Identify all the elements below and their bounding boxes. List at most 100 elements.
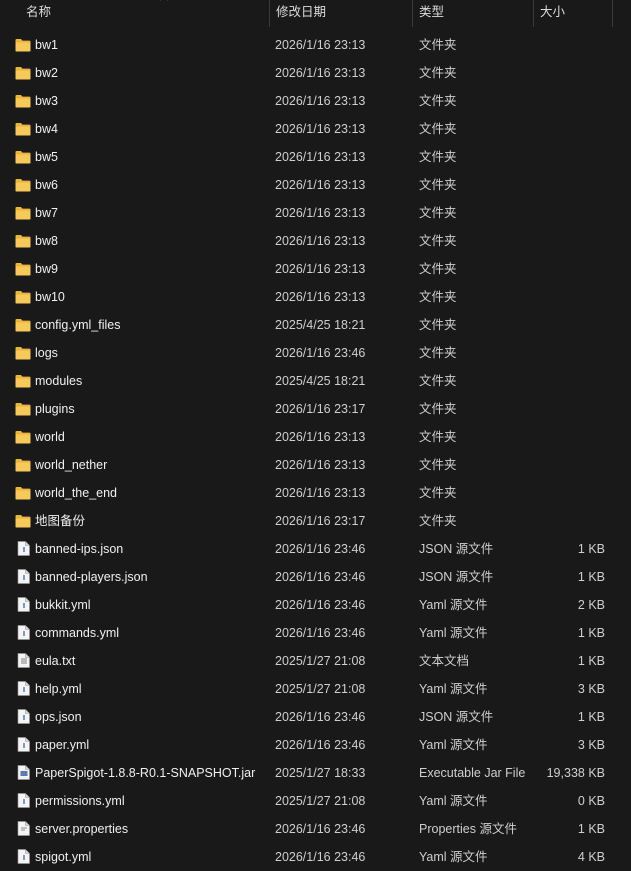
json-file-icon bbox=[17, 709, 33, 724]
column-header-name[interactable]: 名称 bbox=[20, 0, 268, 27]
file-name: eula.txt bbox=[35, 654, 76, 668]
file-row[interactable]: world 2026/1/16 23:13 文件夹 bbox=[0, 423, 631, 451]
folder-icon bbox=[15, 38, 31, 52]
file-name: PaperSpigot-1.8.8-R0.1-SNAPSHOT.jar bbox=[35, 766, 256, 780]
file-type: 文件夹 bbox=[419, 486, 457, 500]
file-row[interactable]: permissions.yml 2025/1/27 21:08 Yaml 源文件 0 … bbox=[0, 787, 631, 815]
file-row[interactable]: world_nether 2026/1/16 23:13 文件夹 bbox=[0, 451, 631, 479]
file-row[interactable]: eula.txt 2025/1/27 21:08 文本文档 1 KB bbox=[0, 647, 631, 675]
file-modified-date: 2026/1/16 23:13 bbox=[275, 66, 366, 80]
file-modified-date: 2026/1/16 23:46 bbox=[275, 626, 366, 640]
folder-icon bbox=[15, 458, 31, 472]
file-size bbox=[535, 227, 605, 255]
file-name: banned-ips.json bbox=[35, 542, 124, 556]
file-name: paper.yml bbox=[35, 738, 90, 752]
file-modified-date: 2025/1/27 21:08 bbox=[275, 654, 366, 668]
file-row[interactable]: bw10 2026/1/16 23:13 文件夹 bbox=[0, 283, 631, 311]
file-modified-date: 2026/1/16 23:13 bbox=[275, 486, 366, 500]
file-type: JSON 源文件 bbox=[419, 710, 494, 724]
file-row[interactable]: config.yml_files 2025/4/25 18:21 文件夹 bbox=[0, 311, 631, 339]
file-type: Yaml 源文件 bbox=[419, 682, 488, 696]
file-row[interactable]: bw5 2026/1/16 23:13 文件夹 bbox=[0, 143, 631, 171]
folder-icon bbox=[15, 402, 31, 416]
yaml-file-icon bbox=[17, 737, 33, 752]
file-row[interactable]: plugins 2026/1/16 23:17 文件夹 bbox=[0, 395, 631, 423]
file-size bbox=[535, 31, 605, 59]
file-name: world_nether bbox=[35, 458, 108, 472]
file-modified-date: 2026/1/16 23:13 bbox=[275, 150, 366, 164]
file-name: bw5 bbox=[35, 150, 58, 164]
file-modified-date: 2026/1/16 23:13 bbox=[275, 290, 366, 304]
yaml-file-icon bbox=[17, 849, 33, 864]
file-type: 文件夹 bbox=[419, 206, 457, 220]
file-name: bw7 bbox=[35, 206, 58, 220]
file-type: 文件夹 bbox=[419, 430, 457, 444]
file-modified-date: 2026/1/16 23:13 bbox=[275, 206, 366, 220]
column-header-size[interactable]: 大小 bbox=[533, 0, 613, 27]
file-row[interactable]: paper.yml 2026/1/16 23:46 Yaml 源文件 3 KB bbox=[0, 731, 631, 759]
file-type: Yaml 源文件 bbox=[419, 850, 488, 864]
file-row[interactable]: banned-ips.json 2026/1/16 23:46 JSON 源文件 1 … bbox=[0, 535, 631, 563]
column-header-type[interactable]: 类型 bbox=[412, 0, 533, 27]
file-row[interactable]: bw1 2026/1/16 23:13 文件夹 bbox=[0, 31, 631, 59]
folder-icon bbox=[15, 514, 31, 528]
file-modified-date: 2026/1/16 23:13 bbox=[275, 458, 366, 472]
file-row[interactable]: ops.json 2026/1/16 23:46 JSON 源文件 1 KB bbox=[0, 703, 631, 731]
file-type: Yaml 源文件 bbox=[419, 626, 488, 640]
file-row[interactable]: bw9 2026/1/16 23:13 文件夹 bbox=[0, 255, 631, 283]
file-size: 3 KB bbox=[577, 682, 605, 696]
file-modified-date: 2026/1/16 23:13 bbox=[275, 234, 366, 248]
file-row[interactable]: PaperSpigot-1.8.8-R0.1-SNAPSHOT.jar 2025/… bbox=[0, 759, 631, 787]
file-name: bw2 bbox=[35, 66, 58, 80]
file-row[interactable]: bw7 2026/1/16 23:13 文件夹 bbox=[0, 199, 631, 227]
text-file-icon bbox=[17, 653, 33, 668]
file-name: bw4 bbox=[35, 122, 58, 136]
file-list: bw1 2026/1/16 23:13 文件夹 bw2 2026/1/16 23:13 文… bbox=[0, 31, 631, 871]
file-modified-date: 2025/1/27 18:33 bbox=[275, 766, 366, 780]
file-row[interactable]: commands.yml 2026/1/16 23:46 Yaml 源文件 1 KB bbox=[0, 619, 631, 647]
file-type: 文件夹 bbox=[419, 94, 457, 108]
file-row[interactable]: help.yml 2025/1/27 21:08 Yaml 源文件 3 KB bbox=[0, 675, 631, 703]
file-name: spigot.yml bbox=[35, 850, 92, 864]
file-size bbox=[535, 59, 605, 87]
file-row[interactable]: bw4 2026/1/16 23:13 文件夹 bbox=[0, 115, 631, 143]
file-type: 文件夹 bbox=[419, 178, 457, 192]
column-header-date[interactable]: 修改日期 bbox=[269, 0, 412, 27]
folder-icon bbox=[15, 486, 31, 500]
file-size bbox=[535, 451, 605, 479]
file-row[interactable]: server.properties 2026/1/16 23:46 Properti… bbox=[0, 815, 631, 843]
file-size bbox=[535, 395, 605, 423]
file-name: bw6 bbox=[35, 178, 58, 192]
file-size: 1 KB bbox=[577, 542, 605, 556]
file-size bbox=[535, 115, 605, 143]
file-size bbox=[535, 143, 605, 171]
column-header-date-label: 修改日期 bbox=[276, 5, 327, 19]
file-size: 2 KB bbox=[577, 598, 605, 612]
file-size bbox=[535, 423, 605, 451]
file-row[interactable]: modules 2025/4/25 18:21 文件夹 bbox=[0, 367, 631, 395]
file-name: bw8 bbox=[35, 234, 58, 248]
file-name: ops.json bbox=[35, 710, 82, 724]
file-size: 4 KB bbox=[577, 850, 605, 864]
json-file-icon bbox=[17, 541, 33, 556]
file-name: modules bbox=[35, 374, 83, 388]
file-name: 地图备份 bbox=[35, 514, 86, 528]
yaml-file-icon bbox=[17, 681, 33, 696]
file-row[interactable]: logs 2026/1/16 23:46 文件夹 bbox=[0, 339, 631, 367]
file-row[interactable]: bw3 2026/1/16 23:13 文件夹 bbox=[0, 87, 631, 115]
file-row[interactable]: world_the_end 2026/1/16 23:13 文件夹 bbox=[0, 479, 631, 507]
file-row[interactable]: bw8 2026/1/16 23:13 文件夹 bbox=[0, 227, 631, 255]
file-type: 文件夹 bbox=[419, 262, 457, 276]
file-type: 文件夹 bbox=[419, 514, 457, 528]
folder-icon bbox=[15, 66, 31, 80]
file-row[interactable]: spigot.yml 2026/1/16 23:46 Yaml 源文件 4 KB bbox=[0, 843, 631, 871]
jar-file-icon bbox=[17, 765, 33, 780]
file-row[interactable]: bw6 2026/1/16 23:13 文件夹 bbox=[0, 171, 631, 199]
file-name: plugins bbox=[35, 402, 75, 416]
file-row[interactable]: banned-players.json 2026/1/16 23:46 JSON 源… bbox=[0, 563, 631, 591]
file-row[interactable]: 地图备份 2026/1/16 23:17 文件夹 bbox=[0, 507, 631, 535]
file-name: world_the_end bbox=[35, 486, 118, 500]
file-modified-date: 2026/1/16 23:13 bbox=[275, 178, 366, 192]
file-row[interactable]: bw2 2026/1/16 23:13 文件夹 bbox=[0, 59, 631, 87]
file-row[interactable]: bukkit.yml 2026/1/16 23:46 Yaml 源文件 2 KB bbox=[0, 591, 631, 619]
